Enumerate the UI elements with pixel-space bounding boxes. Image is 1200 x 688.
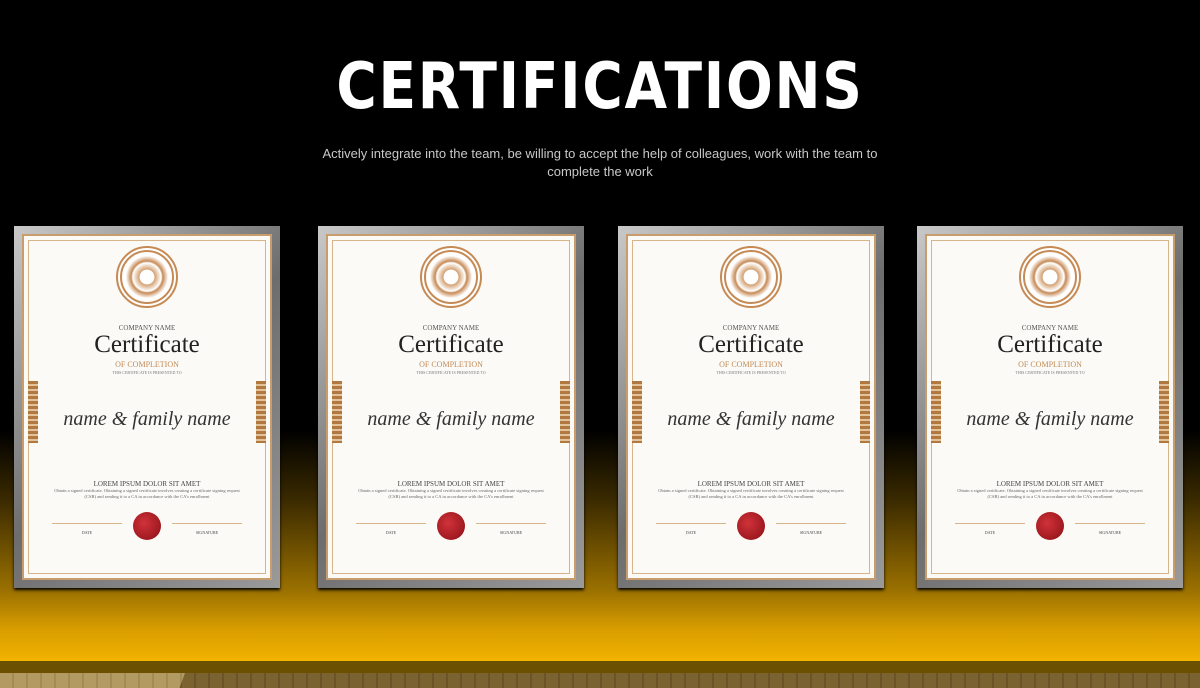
certificate-title: Certificate [698,331,804,358]
certificate-body: Obtain a signed certificate. Obtaining a… [658,488,844,499]
page-subtitle: Actively integrate into the team, be wil… [322,146,878,179]
wax-seal-icon [737,512,765,540]
certificate-frame[interactable]: COMPANY NAME Certificate OF COMPLETION T… [618,226,884,588]
certificate-subtitle: OF COMPLETION [115,360,179,369]
certificate-title: Certificate [997,331,1103,358]
recipient-name: name & family name [63,408,231,430]
wax-seal-icon [133,512,161,540]
certificate: COMPANY NAME Certificate OF COMPLETION T… [925,234,1175,580]
certificate-heading: LOREM IPSUM DOLOR SIT AMET [697,480,805,488]
presented-to: THIS CERTIFICATE IS PRESENTED TO [416,370,486,375]
certificate-subtitle: OF COMPLETION [1018,360,1082,369]
certificate-frame[interactable]: COMPANY NAME Certificate OF COMPLETION T… [14,226,280,588]
date-label: DATE [356,523,426,535]
date-label: DATE [52,523,122,535]
emblem-icon [420,246,482,308]
certificate-heading: LOREM IPSUM DOLOR SIT AMET [93,480,201,488]
certificate-title: Certificate [94,331,200,358]
presented-to: THIS CERTIFICATE IS PRESENTED TO [716,370,786,375]
emblem-icon [720,246,782,308]
page-title: CERTIFICATIONS [336,50,864,124]
floor [0,673,1200,688]
certificate-frame[interactable]: COMPANY NAME Certificate OF COMPLETION T… [917,226,1183,588]
certificate-body: Obtain a signed certificate. Obtaining a… [957,488,1143,499]
emblem-icon [1019,246,1081,308]
certificate-heading: LOREM IPSUM DOLOR SIT AMET [397,480,505,488]
certificate: COMPANY NAME Certificate OF COMPLETION T… [22,234,272,580]
signature-label: SIGNATURE [776,523,846,535]
certificate: COMPANY NAME Certificate OF COMPLETION T… [626,234,876,580]
signature-label: SIGNATURE [172,523,242,535]
certificate-body: Obtain a signed certificate. Obtaining a… [54,488,240,499]
certificate-heading: LOREM IPSUM DOLOR SIT AMET [996,480,1104,488]
presented-to: THIS CERTIFICATE IS PRESENTED TO [1015,370,1085,375]
shelf-band [0,659,1200,673]
wax-seal-icon [1036,512,1064,540]
certificate-title: Certificate [398,331,504,358]
certificate-frame[interactable]: COMPANY NAME Certificate OF COMPLETION T… [318,226,584,588]
certificate-body: Obtain a signed certificate. Obtaining a… [358,488,544,499]
signature-label: SIGNATURE [476,523,546,535]
recipient-name: name & family name [367,408,535,430]
date-label: DATE [656,523,726,535]
certificate-subtitle: OF COMPLETION [419,360,483,369]
certificate: COMPANY NAME Certificate OF COMPLETION T… [326,234,576,580]
signature-label: SIGNATURE [1075,523,1145,535]
certificate-subtitle: OF COMPLETION [719,360,783,369]
emblem-icon [116,246,178,308]
date-label: DATE [955,523,1025,535]
recipient-name: name & family name [667,408,835,430]
recipient-name: name & family name [966,408,1134,430]
presented-to: THIS CERTIFICATE IS PRESENTED TO [112,370,182,375]
wax-seal-icon [437,512,465,540]
